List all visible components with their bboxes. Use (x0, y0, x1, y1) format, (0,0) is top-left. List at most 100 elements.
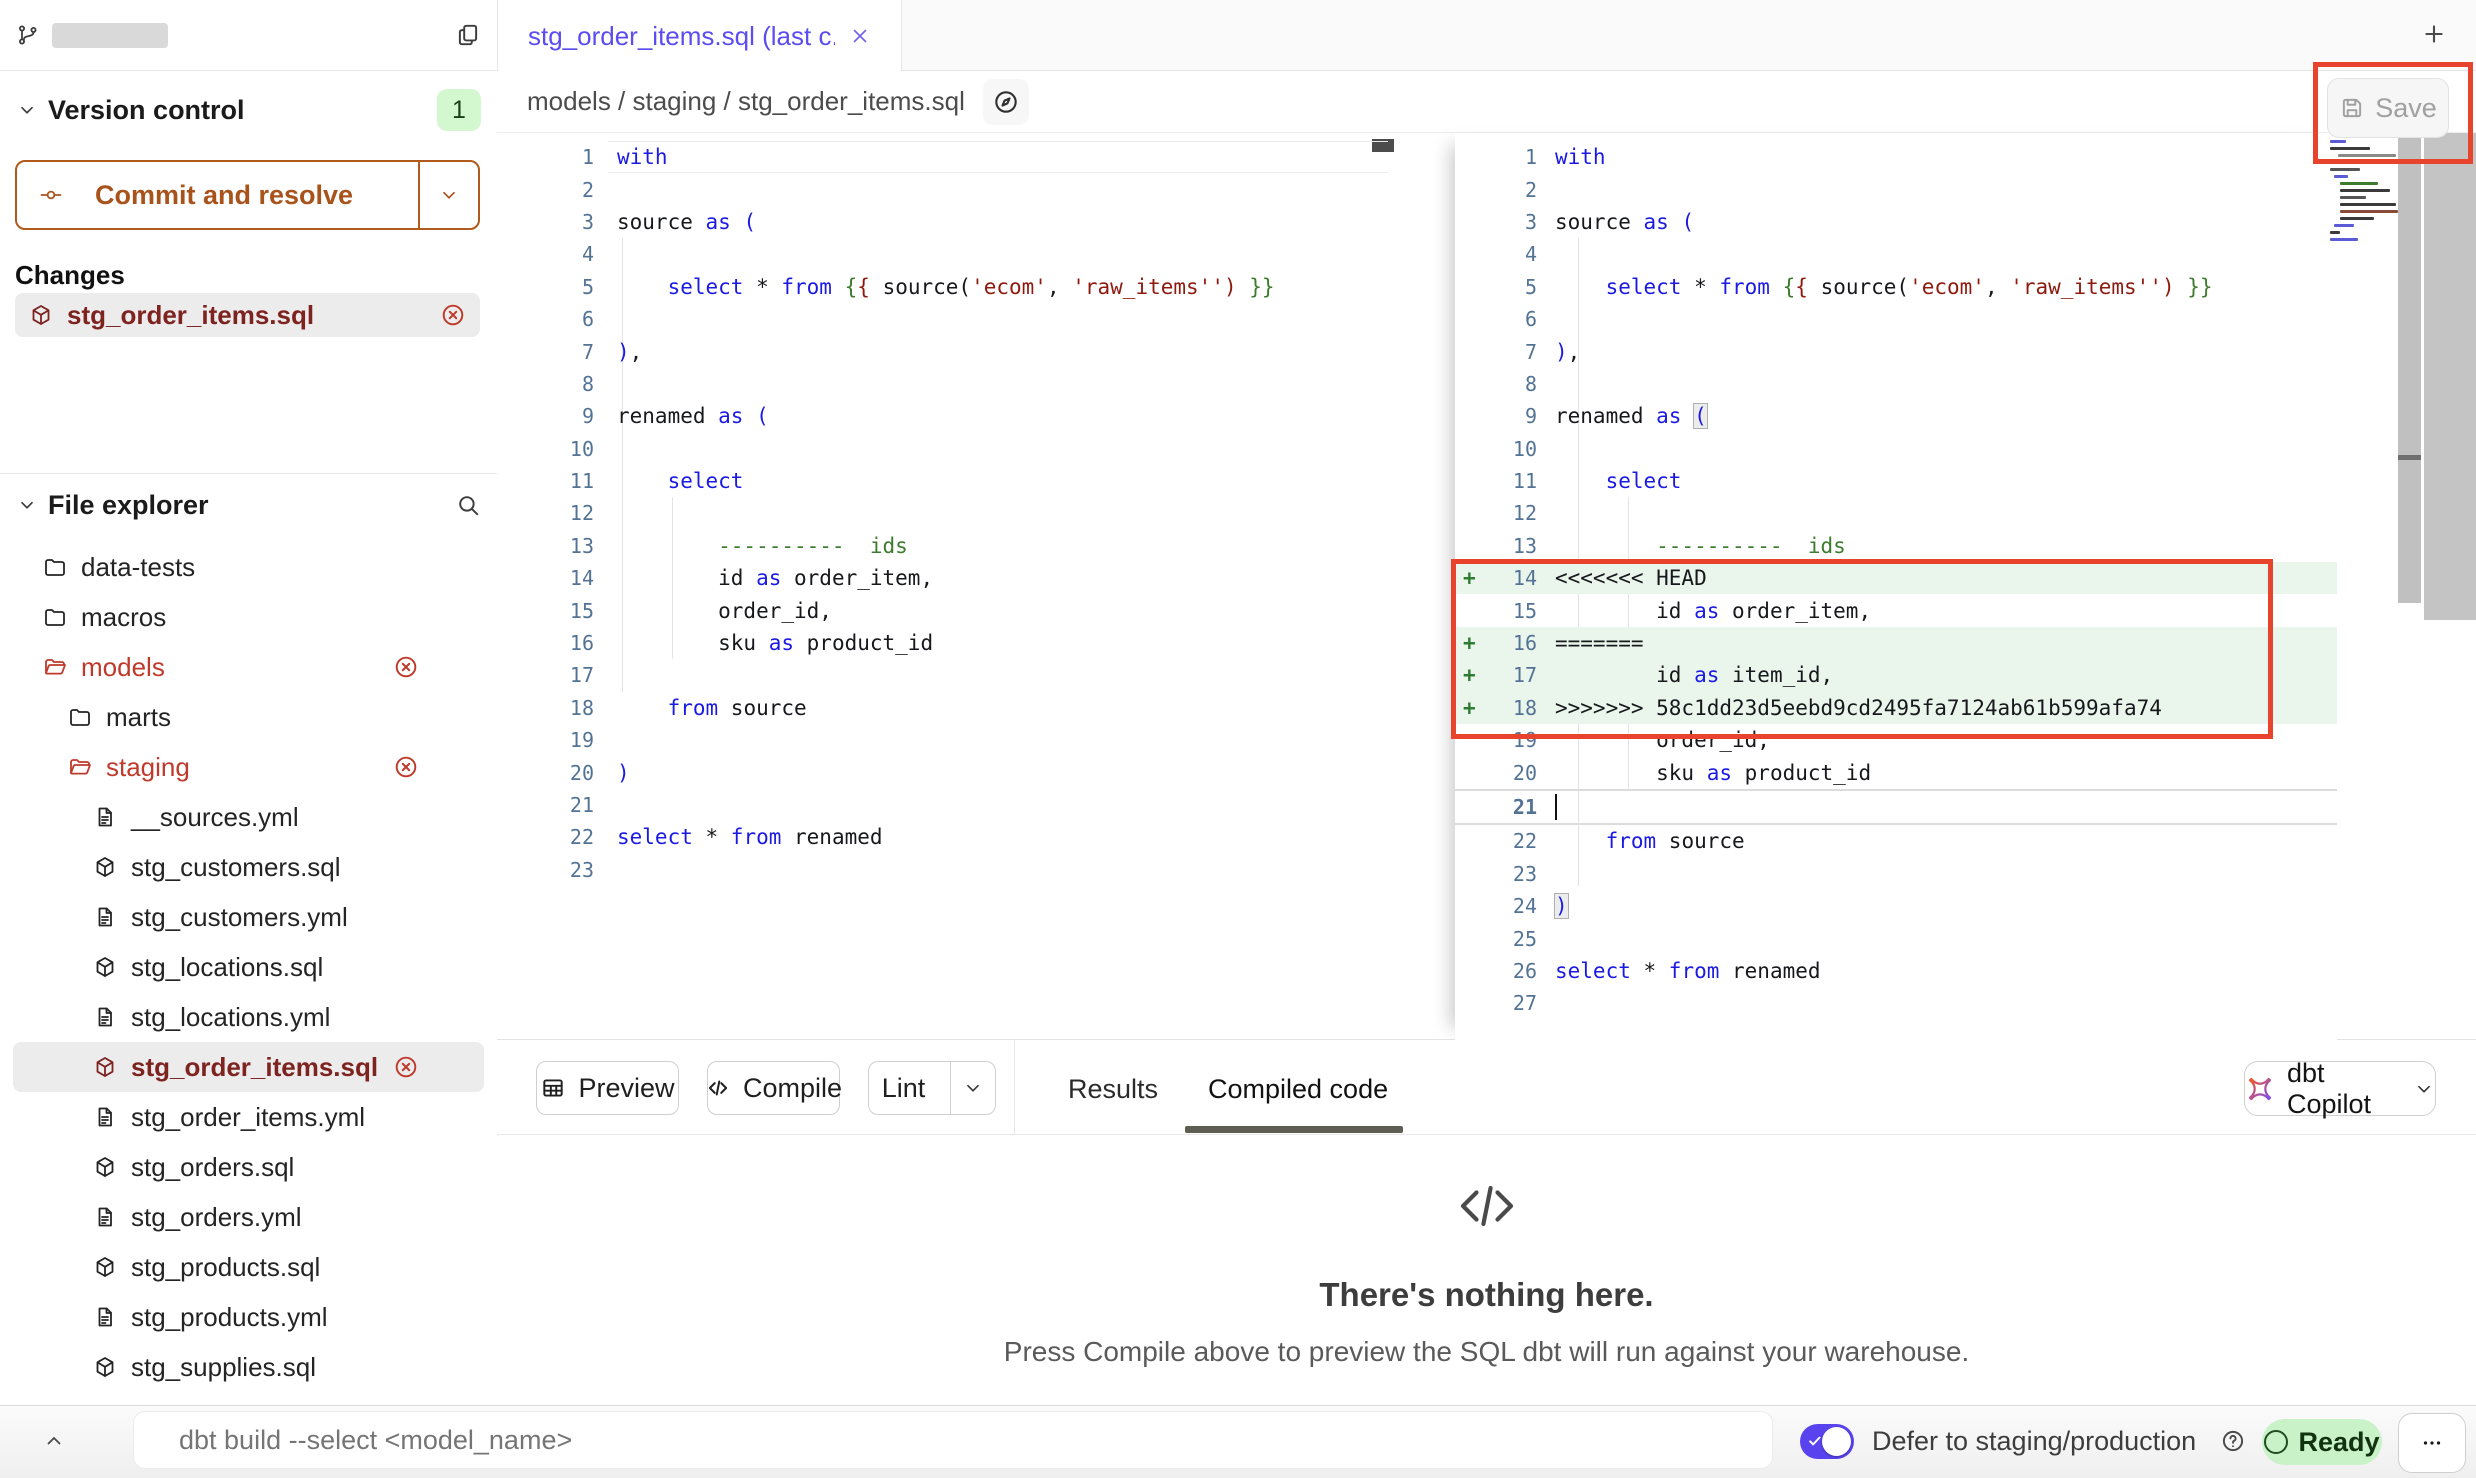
file-tree-item-data-tests[interactable]: data-tests (13, 542, 484, 592)
preview-button[interactable]: Preview (536, 1061, 679, 1115)
tab-compiled-code[interactable]: Compiled code (1208, 1074, 1388, 1105)
code-line-15[interactable]: 15 id as order_item, (1455, 594, 2337, 626)
code-line-13[interactable]: 13 ---------- ids (498, 530, 1394, 562)
file-tree-item-stg_orders.yml[interactable]: stg_orders.yml (13, 1192, 484, 1242)
file-tree-item-staging[interactable]: staging (13, 742, 484, 792)
code-line-7[interactable]: 7), (498, 335, 1394, 367)
code-line-11[interactable]: 11 select (498, 465, 1394, 497)
code-line-26[interactable]: 26select * from renamed (1455, 955, 2337, 987)
code-line-15[interactable]: 15 order_id, (498, 594, 1394, 626)
command-input[interactable] (133, 1411, 1773, 1469)
file-tree-item-stg_order_items.yml[interactable]: stg_order_items.yml (13, 1092, 484, 1142)
file-tree-item-stg_products.sql[interactable]: stg_products.sql (13, 1242, 484, 1292)
discard-circle-x-icon[interactable] (440, 302, 466, 328)
file-tree-item-stg_order_items.sql[interactable]: stg_order_items.sql (13, 1042, 484, 1092)
code-line-18[interactable]: 18 from source (498, 692, 1394, 724)
code-line-3[interactable]: 3source as ( (498, 206, 1394, 238)
code-line-16[interactable]: 16 sku as product_id (498, 627, 1394, 659)
code-line-20[interactable]: 20) (498, 756, 1394, 788)
code-line-9[interactable]: 9renamed as ( (498, 400, 1394, 432)
commit-and-resolve-button[interactable]: Commit and resolve (15, 160, 480, 230)
code-line-3[interactable]: 3source as ( (1455, 206, 2337, 238)
code-line-20[interactable]: 20 sku as product_id (1455, 756, 2337, 788)
file-tree-item-stg_products.yml[interactable]: stg_products.yml (13, 1292, 484, 1342)
discard-circle-x-icon[interactable] (393, 1054, 419, 1080)
code-line-4[interactable]: 4 (498, 238, 1394, 270)
file-tree-item-stg_customers.yml[interactable]: stg_customers.yml (13, 892, 484, 942)
code-line-4[interactable]: 4 (1455, 238, 2337, 270)
code-line-12[interactable]: 12 (1455, 497, 2337, 529)
version-control-section-header[interactable]: Version control 1 (16, 88, 481, 132)
code-line-1[interactable]: 1with (1455, 141, 2337, 173)
file-tree-item-stg_orders.sql[interactable]: stg_orders.sql (13, 1142, 484, 1192)
defer-toggle[interactable] (1800, 1424, 1854, 1459)
code-line-2[interactable]: 2 (498, 173, 1394, 205)
code-line-23[interactable]: 23 (1455, 858, 2337, 890)
code-line-7[interactable]: 7), (1455, 335, 2337, 367)
discard-circle-x-icon[interactable] (393, 654, 419, 680)
file-explorer-section-header[interactable]: File explorer (16, 483, 481, 527)
chevron-down-icon[interactable] (16, 99, 38, 121)
code-line-13[interactable]: 13 ---------- ids (1455, 530, 2337, 562)
code-line-17[interactable]: 17 (498, 659, 1394, 691)
changed-file-item[interactable]: stg_order_items.sql (15, 293, 480, 337)
discard-circle-x-icon[interactable] (393, 754, 419, 780)
editor-minimap[interactable] (2330, 140, 2392, 245)
lint-button[interactable]: Lint (868, 1061, 996, 1115)
lint-options-dropdown[interactable] (950, 1062, 995, 1114)
code-line-5[interactable]: 5 select * from {{ source('ecom', 'raw_i… (498, 271, 1394, 303)
file-tree-item-macros[interactable]: macros (13, 592, 484, 642)
code-line-19[interactable]: 19 (498, 724, 1394, 756)
save-button[interactable]: Save (2327, 78, 2449, 138)
code-line-8[interactable]: 8 (1455, 368, 2337, 400)
diff-pane-current[interactable]: 1with23source as (45 select * from {{ so… (1455, 133, 2337, 1040)
code-line-21[interactable]: 21 (1455, 789, 2337, 825)
search-icon[interactable] (455, 492, 481, 518)
compile-button[interactable]: Compile (707, 1061, 840, 1115)
code-line-22[interactable]: 22 from source (1455, 825, 2337, 857)
code-line-22[interactable]: 22select * from renamed (498, 821, 1394, 853)
code-line-10[interactable]: 10 (1455, 433, 2337, 465)
tab-stg-order-items[interactable]: stg_order_items.sql (last c... (497, 0, 902, 72)
file-tree-item-stg_customers.sql[interactable]: stg_customers.sql (13, 842, 484, 892)
file-tree-item-marts[interactable]: marts (13, 692, 484, 742)
code-line-2[interactable]: 2 (1455, 173, 2337, 205)
editor-scrollbar[interactable] (2398, 133, 2421, 603)
close-icon[interactable] (849, 25, 871, 47)
code-line-14[interactable]: 14 id as order_item, (498, 562, 1394, 594)
copy-icon[interactable] (455, 22, 481, 48)
command-bar-expand-icon[interactable] (42, 1429, 66, 1453)
code-line-25[interactable]: 25 (1455, 922, 2337, 954)
code-line-1[interactable]: 1with (498, 141, 1394, 173)
code-line-17[interactable]: +17 id as item_id, (1455, 659, 2337, 691)
code-line-16[interactable]: +16======= (1455, 627, 2337, 659)
file-tree-item-stg_locations.sql[interactable]: stg_locations.sql (13, 942, 484, 992)
code-line-10[interactable]: 10 (498, 433, 1394, 465)
dbt-copilot-button[interactable]: dbt Copilot (2244, 1061, 2436, 1116)
lineage-compass-button[interactable] (983, 79, 1029, 125)
help-icon[interactable] (2220, 1428, 2246, 1454)
code-line-19[interactable]: 19 order_id, (1455, 724, 2337, 756)
code-line-27[interactable]: 27 (1455, 987, 2337, 1019)
code-line-12[interactable]: 12 (498, 497, 1394, 529)
code-line-21[interactable]: 21 (498, 789, 1394, 821)
code-line-5[interactable]: 5 select * from {{ source('ecom', 'raw_i… (1455, 271, 2337, 303)
code-line-11[interactable]: 11 select (1455, 465, 2337, 497)
new-tab-plus-icon[interactable] (2420, 20, 2448, 48)
code-line-24[interactable]: 24) (1455, 890, 2337, 922)
commit-options-dropdown[interactable] (418, 162, 478, 228)
code-line-8[interactable]: 8 (498, 368, 1394, 400)
code-line-23[interactable]: 23 (498, 854, 1394, 886)
file-tree-item-stg_locations.yml[interactable]: stg_locations.yml (13, 992, 484, 1042)
code-line-18[interactable]: +18>>>>>>> 58c1dd23d5eebd9cd2495fa7124ab… (1455, 692, 2337, 724)
code-line-6[interactable]: 6 (498, 303, 1394, 335)
file-tree-item-models[interactable]: models (13, 642, 484, 692)
code-line-14[interactable]: +14<<<<<<< HEAD (1455, 562, 2337, 594)
file-tree-item-stg_supplies.sql[interactable]: stg_supplies.sql (13, 1342, 484, 1392)
code-line-9[interactable]: 9renamed as ( (1455, 400, 2337, 432)
code-line-6[interactable]: 6 (1455, 303, 2337, 335)
chevron-down-icon[interactable] (16, 494, 38, 516)
tab-results[interactable]: Results (1068, 1074, 1158, 1105)
more-options-button[interactable] (2398, 1413, 2466, 1473)
panel-scrollbar[interactable] (2424, 133, 2476, 620)
